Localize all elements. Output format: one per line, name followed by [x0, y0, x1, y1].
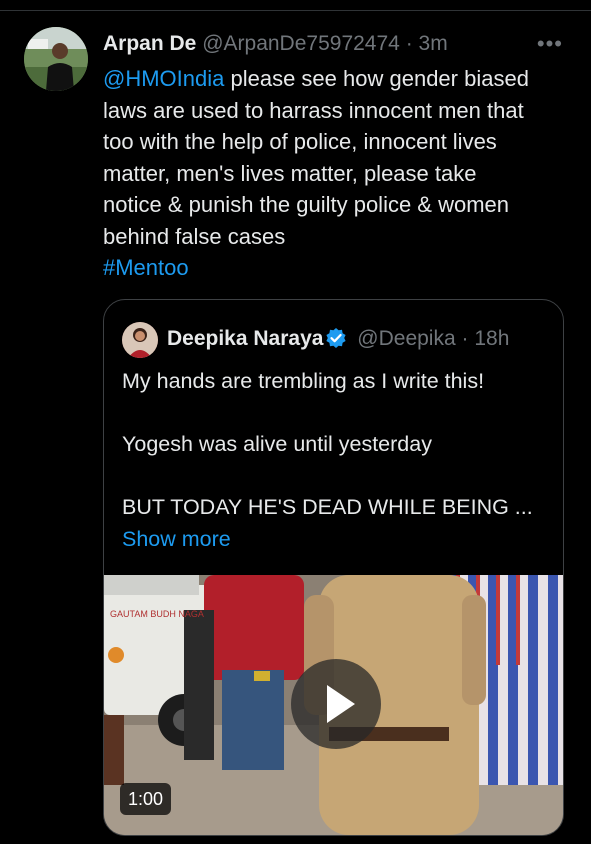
video-duration: 1:00: [120, 783, 172, 815]
quoted-author-avatar[interactable]: [122, 322, 158, 358]
vehicle-text: GAUTAM BUDH NAGA: [110, 609, 204, 619]
tweet-text-line: matter, men's lives matter, please take: [103, 160, 477, 186]
more-options-icon[interactable]: •••: [537, 30, 563, 58]
quoted-author-handle[interactable]: @Deepika: [357, 327, 455, 350]
tweet-text-line: notice & punish the guilty police & wome…: [103, 192, 510, 217]
play-icon: [327, 685, 355, 723]
quoted-text-line: Yogesh was alive until yesterday: [122, 432, 432, 456]
video-player[interactable]: GAUTAM BUDH NAGA 1:00: [104, 575, 563, 835]
quoted-tweet-text: My hands are trembling as I write this! …: [122, 366, 552, 555]
hashtag-link[interactable]: #Mentoo: [103, 252, 573, 284]
verified-badge-icon: [325, 327, 347, 358]
quoted-tweet-header: Deepika Naraya @Deepika · 18h: [167, 324, 509, 358]
quoted-tweet-time[interactable]: 18h: [474, 327, 509, 350]
quoted-author-name[interactable]: Deepika Naraya: [167, 327, 323, 350]
tweet-time[interactable]: 3m: [419, 32, 448, 55]
tweet-text-line: laws are used to harrass innocent men th…: [103, 97, 524, 123]
tweet-text: @HMOIndia please see how gender biased l…: [103, 63, 573, 284]
author-avatar[interactable]: [24, 27, 88, 91]
top-divider: [0, 10, 591, 11]
tweet-text-segment: please see how gender biased: [224, 66, 529, 91]
tweet-text-line: too with the help of police, innocent li…: [103, 129, 497, 154]
tweet-text-line: @HMOIndia please see how gender biased: [103, 63, 573, 95]
quoted-header-separator: ·: [461, 327, 469, 350]
play-button[interactable]: [291, 659, 381, 749]
quoted-text-line: My hands are trembling as I write this!: [122, 369, 485, 393]
tweet-text-line: behind false cases: [103, 223, 286, 249]
author-name[interactable]: Arpan De: [103, 32, 196, 55]
quoted-tweet-card[interactable]: Deepika Naraya @Deepika · 18h My hands a…: [103, 299, 564, 836]
mention-link[interactable]: @HMOIndia: [103, 66, 224, 91]
quoted-text-line: BUT TODAY HE'S DEAD WHILE BEING ...: [122, 495, 533, 519]
header-separator: ·: [405, 32, 413, 55]
author-handle[interactable]: @ArpanDe75972474: [202, 32, 400, 55]
show-more-link[interactable]: Show more: [122, 524, 552, 556]
tweet-header: Arpan De @ArpanDe75972474 · 3m: [103, 30, 573, 58]
